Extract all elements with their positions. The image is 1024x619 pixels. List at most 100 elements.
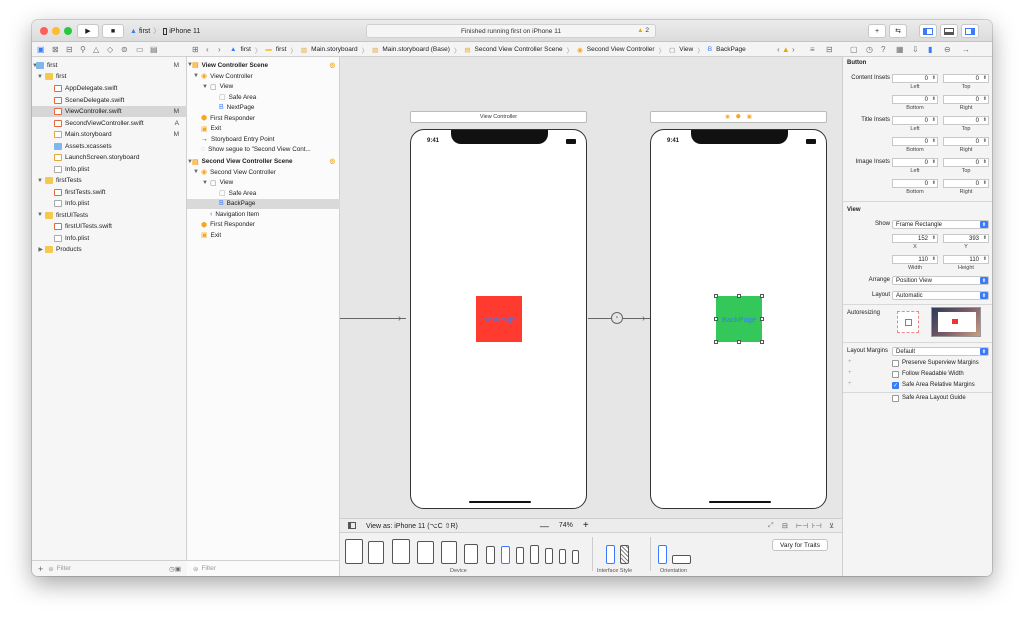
device-ipad-small[interactable]: [464, 544, 478, 564]
library-button[interactable]: +: [868, 24, 886, 38]
plus-icon[interactable]: +: [848, 381, 852, 387]
update-frames-icon[interactable]: ⤢: [768, 522, 774, 530]
height-field[interactable]: 110 ⬍: [943, 255, 989, 264]
grid-icon[interactable]: ⊞: [192, 42, 199, 57]
file-inspector-icon[interactable]: ▢: [850, 42, 858, 57]
stepper-icon[interactable]: ⬍: [983, 235, 987, 241]
identity-icon[interactable]: ▦: [896, 42, 904, 57]
stepper-icon[interactable]: ⬍: [983, 117, 987, 123]
title-right-field[interactable]: 0 ⬍: [943, 137, 989, 146]
disclosure-icon[interactable]: ▶: [32, 246, 45, 253]
vc2-scene-bar[interactable]: ◉ ⬢ ▣: [650, 111, 827, 123]
outline-item[interactable]: ▼ ◉ View Controller: [187, 71, 340, 82]
report-icon[interactable]: ▤: [150, 42, 158, 57]
device-iphone-11-pro[interactable]: [516, 547, 524, 564]
view-as-label[interactable]: View as: iPhone 11 (⌥C ⇧R): [366, 522, 458, 530]
navigator-item[interactable]: ▼ first M: [32, 60, 187, 71]
layout-margins-select[interactable]: Default ⬍: [892, 347, 989, 356]
back-icon[interactable]: ‹: [206, 42, 209, 57]
show-select[interactable]: Frame Rectangle ⬍: [892, 220, 989, 229]
vc1-phone[interactable]: 9:41 NextPage: [410, 129, 587, 509]
arrange-select[interactable]: Position View ⬍: [892, 276, 989, 285]
navigator-toggle[interactable]: [919, 24, 937, 38]
resize-handle[interactable]: [714, 340, 718, 344]
plus-icon[interactable]: +: [848, 370, 852, 376]
close-button[interactable]: [40, 27, 48, 35]
stepper-icon[interactable]: ⬍: [983, 138, 987, 144]
align-icon[interactable]: ⊢⊣: [796, 522, 808, 530]
jumpbar-item[interactable]: first: [240, 46, 250, 53]
forward-icon[interactable]: ›: [218, 42, 221, 57]
pin-icon[interactable]: ⊦⊣: [812, 522, 822, 530]
stepper-icon[interactable]: ⬍: [983, 96, 987, 102]
stepper-icon[interactable]: ⬍: [932, 256, 936, 262]
image-top-field[interactable]: 0 ⬍: [943, 158, 989, 167]
code-review-button[interactable]: ⇆: [889, 24, 907, 38]
image-right-field[interactable]: 0 ⬍: [943, 179, 989, 188]
disclosure-icon[interactable]: ▼: [187, 180, 210, 186]
vc2-phone[interactable]: 9:41 BackPage: [650, 129, 827, 509]
size-icon[interactable]: ▮: [928, 42, 932, 57]
symbol-icon[interactable]: ⊟: [66, 42, 73, 57]
device-ipad[interactable]: [417, 541, 434, 564]
image-bottom-field[interactable]: 0 ⬍: [892, 179, 938, 188]
outline-toggle-icon[interactable]: [348, 522, 356, 529]
navigator-item[interactable]: Info.plist: [32, 164, 187, 175]
lines-icon[interactable]: ≡: [810, 42, 815, 57]
plus-icon[interactable]: +: [848, 359, 852, 365]
disclosure-icon[interactable]: ▼: [187, 73, 201, 79]
storyboard-canvas[interactable]: View Controller ◉ ⬢ ▣ › 9:41 NextPage ▫ …: [340, 57, 842, 518]
resize-handle[interactable]: [760, 294, 764, 298]
device-iphone-se[interactable]: [559, 549, 566, 564]
device-iphone-11-pro-max[interactable]: [486, 546, 495, 564]
debug-toggle[interactable]: [940, 24, 958, 38]
outline-item[interactable]: ▢ Safe Area: [187, 188, 340, 199]
device-iphone-8[interactable]: [545, 548, 553, 564]
safe-area-margins-checkbox[interactable]: ✓: [892, 382, 899, 389]
content-top-field[interactable]: 0 ⬍: [943, 74, 989, 83]
resize-handle[interactable]: [760, 340, 764, 344]
navigator-item[interactable]: firstUITests.swift: [32, 221, 187, 232]
stepper-icon[interactable]: ⬍: [983, 159, 987, 165]
outline-item[interactable]: ‹ Navigation Item: [187, 209, 340, 220]
add-editor-icon[interactable]: ⊟: [826, 42, 833, 57]
disclosure-icon[interactable]: ▼: [32, 212, 45, 218]
navigator-item[interactable]: ViewController.swift M: [32, 106, 187, 117]
connections-icon[interactable]: ⊖: [944, 42, 951, 57]
nextpage-button[interactable]: NextPage: [476, 296, 522, 342]
issue-icon[interactable]: △: [93, 42, 99, 57]
outline-item[interactable]: ⬢ First Responder: [187, 220, 340, 231]
stop-button[interactable]: ■: [102, 24, 124, 38]
landscape-button[interactable]: [672, 555, 691, 564]
portrait-button[interactable]: [658, 545, 667, 564]
resize-handle[interactable]: [760, 317, 764, 321]
outline-item[interactable]: ▼ ▤ Second View Controller Scene ◎: [187, 157, 340, 168]
x-field[interactable]: 152 ⬍: [892, 234, 938, 243]
outline-item[interactable]: ▼ ▢ View: [187, 82, 340, 93]
inspector-toggle[interactable]: [961, 24, 979, 38]
dark-appearance-button[interactable]: [620, 545, 629, 564]
disclosure-icon[interactable]: ▼: [32, 74, 45, 80]
breakpoint-icon[interactable]: ▭: [136, 42, 144, 57]
device-iphone-4s[interactable]: [572, 550, 579, 564]
resize-handle[interactable]: [737, 294, 741, 298]
outline-item[interactable]: ◌ Show segue to "Second View Cont...: [187, 145, 340, 156]
resize-handle[interactable]: [714, 294, 718, 298]
recent-icon[interactable]: ◷▣: [169, 565, 181, 573]
content-right-field[interactable]: 0 ⬍: [943, 95, 989, 104]
device-ipad-pro-11[interactable]: [368, 541, 384, 564]
safe-area-guide-checkbox[interactable]: [892, 395, 899, 402]
resize-handle[interactable]: [714, 317, 718, 321]
arrow-right-icon[interactable]: →: [962, 42, 970, 57]
run-button[interactable]: ▶: [77, 24, 99, 38]
device-ipad-mini[interactable]: [441, 541, 457, 564]
stepper-icon[interactable]: ⬍: [932, 96, 936, 102]
preserve-margins-checkbox[interactable]: [892, 360, 899, 367]
issue-nav-icon[interactable]: ‹ ▲ ›: [777, 42, 795, 57]
stepper-icon[interactable]: ⬍: [932, 75, 936, 81]
jumpbar-item[interactable]: Second View Controller: [587, 46, 655, 53]
autoresizing-mask-editor[interactable]: [897, 311, 919, 333]
stepper-icon[interactable]: ⬍: [932, 235, 936, 241]
content-bottom-field[interactable]: 0 ⬍: [892, 95, 938, 104]
disclosure-icon[interactable]: ▼: [187, 169, 201, 175]
